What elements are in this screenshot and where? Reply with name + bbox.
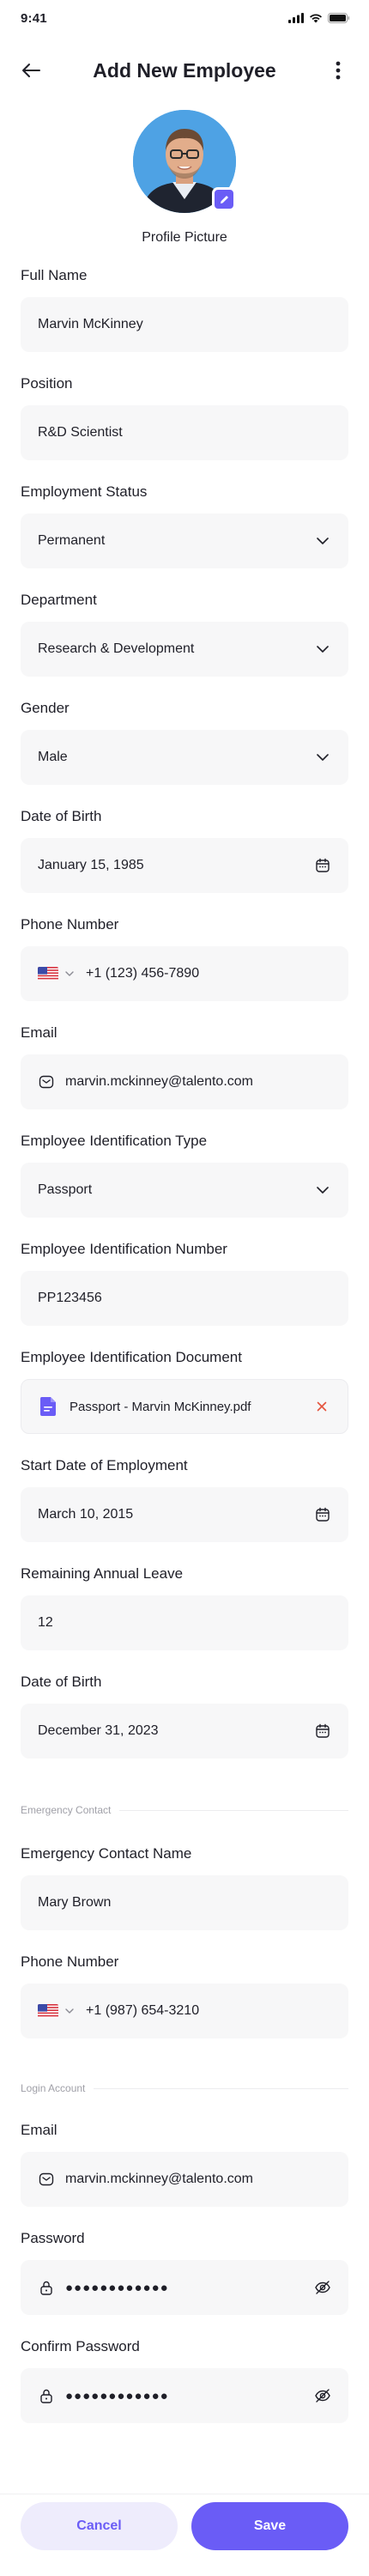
eye-off-icon[interactable] <box>314 2387 331 2404</box>
position-input[interactable]: R&D Scientist <box>21 405 348 460</box>
full-name-input[interactable]: Marvin McKinney <box>21 297 348 352</box>
emergency-name-label: Emergency Contact Name <box>21 1845 192 1862</box>
full-name-value: Marvin McKinney <box>38 317 143 331</box>
id-number-label: Employee Identification Number <box>21 1241 227 1257</box>
emergency-name-input[interactable]: Mary Brown <box>21 1875 348 1930</box>
profile-picture-label: Profile Picture <box>142 230 227 245</box>
full-name-label: Full Name <box>21 267 88 283</box>
remaining-leave-input[interactable]: 12 <box>21 1595 348 1650</box>
page-title: Add New Employee <box>93 59 276 82</box>
position-value: R&D Scientist <box>38 425 123 440</box>
date-of-birth-2-value: December 31, 2023 <box>38 1723 159 1738</box>
gender-label: Gender <box>21 700 70 716</box>
chevron-down-icon <box>314 1182 331 1199</box>
password-input[interactable]: ●●●●●●●●●●●● <box>21 2260 348 2315</box>
status-bar: 9:41 <box>0 0 369 38</box>
department-value: Research & Development <box>38 641 195 656</box>
calendar-icon[interactable] <box>314 1722 331 1740</box>
login-email-label: Email <box>21 2122 57 2138</box>
calendar-icon[interactable] <box>314 1506 331 1523</box>
date-of-birth-2-input[interactable]: December 31, 2023 <box>21 1704 348 1759</box>
id-document-filename: Passport - Marvin McKinney.pdf <box>70 1399 251 1414</box>
document-file-icon <box>39 1397 56 1416</box>
chevron-down-icon[interactable] <box>65 971 74 976</box>
pencil-icon <box>220 195 228 204</box>
cellular-signal-icon <box>288 13 304 23</box>
mail-icon <box>38 1073 55 1091</box>
email-value: marvin.mckinney@talento.com <box>65 1074 253 1089</box>
employment-status-label: Employment Status <box>21 483 148 500</box>
us-flag-icon[interactable] <box>38 2004 58 2018</box>
phone-number-value: +1 (123) 456-7890 <box>86 966 200 981</box>
emergency-name-value: Mary Brown <box>38 1895 112 1910</box>
mail-icon <box>38 2171 55 2188</box>
employment-status-select[interactable]: Permanent <box>21 513 348 568</box>
password-label: Password <box>21 2230 85 2246</box>
date-of-birth-2-label: Date of Birth <box>21 1674 102 1690</box>
emergency-contact-section: Emergency Contact <box>21 1803 348 1820</box>
more-vertical-icon <box>336 61 341 80</box>
department-label: Department <box>21 592 97 608</box>
emergency-phone-label: Phone Number <box>21 1953 119 1970</box>
password-value: ●●●●●●●●●●●● <box>65 2280 169 2295</box>
battery-icon <box>328 13 350 23</box>
more-options-button[interactable] <box>324 57 352 84</box>
chevron-down-icon <box>314 641 331 658</box>
start-date-input[interactable]: March 10, 2015 <box>21 1487 348 1542</box>
department-select[interactable]: Research & Development <box>21 622 348 677</box>
cancel-button[interactable]: Cancel <box>21 2502 178 2550</box>
gender-select[interactable]: Male <box>21 730 348 785</box>
id-type-select[interactable]: Passport <box>21 1163 348 1218</box>
edit-photo-button[interactable] <box>212 187 236 211</box>
position-label: Position <box>21 375 73 392</box>
confirm-password-label: Confirm Password <box>21 2338 140 2354</box>
save-button[interactable]: Save <box>191 2502 348 2550</box>
start-date-value: March 10, 2015 <box>38 1507 134 1522</box>
profile-picture[interactable] <box>133 110 236 213</box>
status-icons <box>288 13 350 23</box>
gender-value: Male <box>38 750 68 764</box>
id-type-value: Passport <box>38 1182 93 1197</box>
calendar-icon[interactable] <box>314 857 331 874</box>
employment-status-value: Permanent <box>38 533 106 548</box>
chevron-down-icon <box>314 532 331 550</box>
status-time: 9:41 <box>21 11 47 26</box>
wifi-icon <box>310 14 322 23</box>
lock-icon <box>38 2387 55 2404</box>
eye-off-icon[interactable] <box>314 2279 331 2296</box>
email-input[interactable]: marvin.mckinney@talento.com <box>21 1054 348 1109</box>
lock-icon <box>38 2279 55 2296</box>
emergency-phone-value: +1 (987) 654-3210 <box>86 2003 200 2018</box>
login-account-section: Login Account <box>21 2081 348 2099</box>
id-number-value: PP123456 <box>38 1291 102 1305</box>
chevron-down-icon <box>314 749 331 766</box>
date-of-birth-input[interactable]: January 15, 1985 <box>21 838 348 893</box>
phone-number-label: Phone Number <box>21 916 119 933</box>
id-type-label: Employee Identification Type <box>21 1133 208 1149</box>
start-date-label: Start Date of Employment <box>21 1457 188 1473</box>
login-email-value: marvin.mckinney@talento.com <box>65 2172 253 2186</box>
id-document-upload[interactable]: Passport - Marvin McKinney.pdf <box>21 1379 348 1434</box>
id-number-input[interactable]: PP123456 <box>21 1271 348 1326</box>
date-of-birth-value: January 15, 1985 <box>38 858 144 872</box>
id-document-label: Employee Identification Document <box>21 1349 242 1365</box>
email-label: Email <box>21 1024 57 1041</box>
confirm-password-value: ●●●●●●●●●●●● <box>65 2388 169 2403</box>
date-of-birth-label: Date of Birth <box>21 808 102 824</box>
login-email-input[interactable]: marvin.mckinney@talento.com <box>21 2152 348 2207</box>
chevron-down-icon[interactable] <box>65 2008 74 2014</box>
section-title: Emergency Contact <box>21 1803 120 1817</box>
section-title: Login Account <box>21 2081 94 2095</box>
close-icon[interactable] <box>313 1398 330 1415</box>
remaining-leave-label: Remaining Annual Leave <box>21 1565 184 1582</box>
remaining-leave-value: 12 <box>38 1615 53 1630</box>
phone-number-input[interactable]: +1 (123) 456-7890 <box>21 946 348 1001</box>
add-employee-screen: 9:41 Add New Employee Profile Picture Fu… <box>0 0 369 2576</box>
emergency-phone-input[interactable]: +1 (987) 654-3210 <box>21 1984 348 2038</box>
confirm-password-input[interactable]: ●●●●●●●●●●●● <box>21 2368 348 2423</box>
us-flag-icon[interactable] <box>38 967 58 981</box>
